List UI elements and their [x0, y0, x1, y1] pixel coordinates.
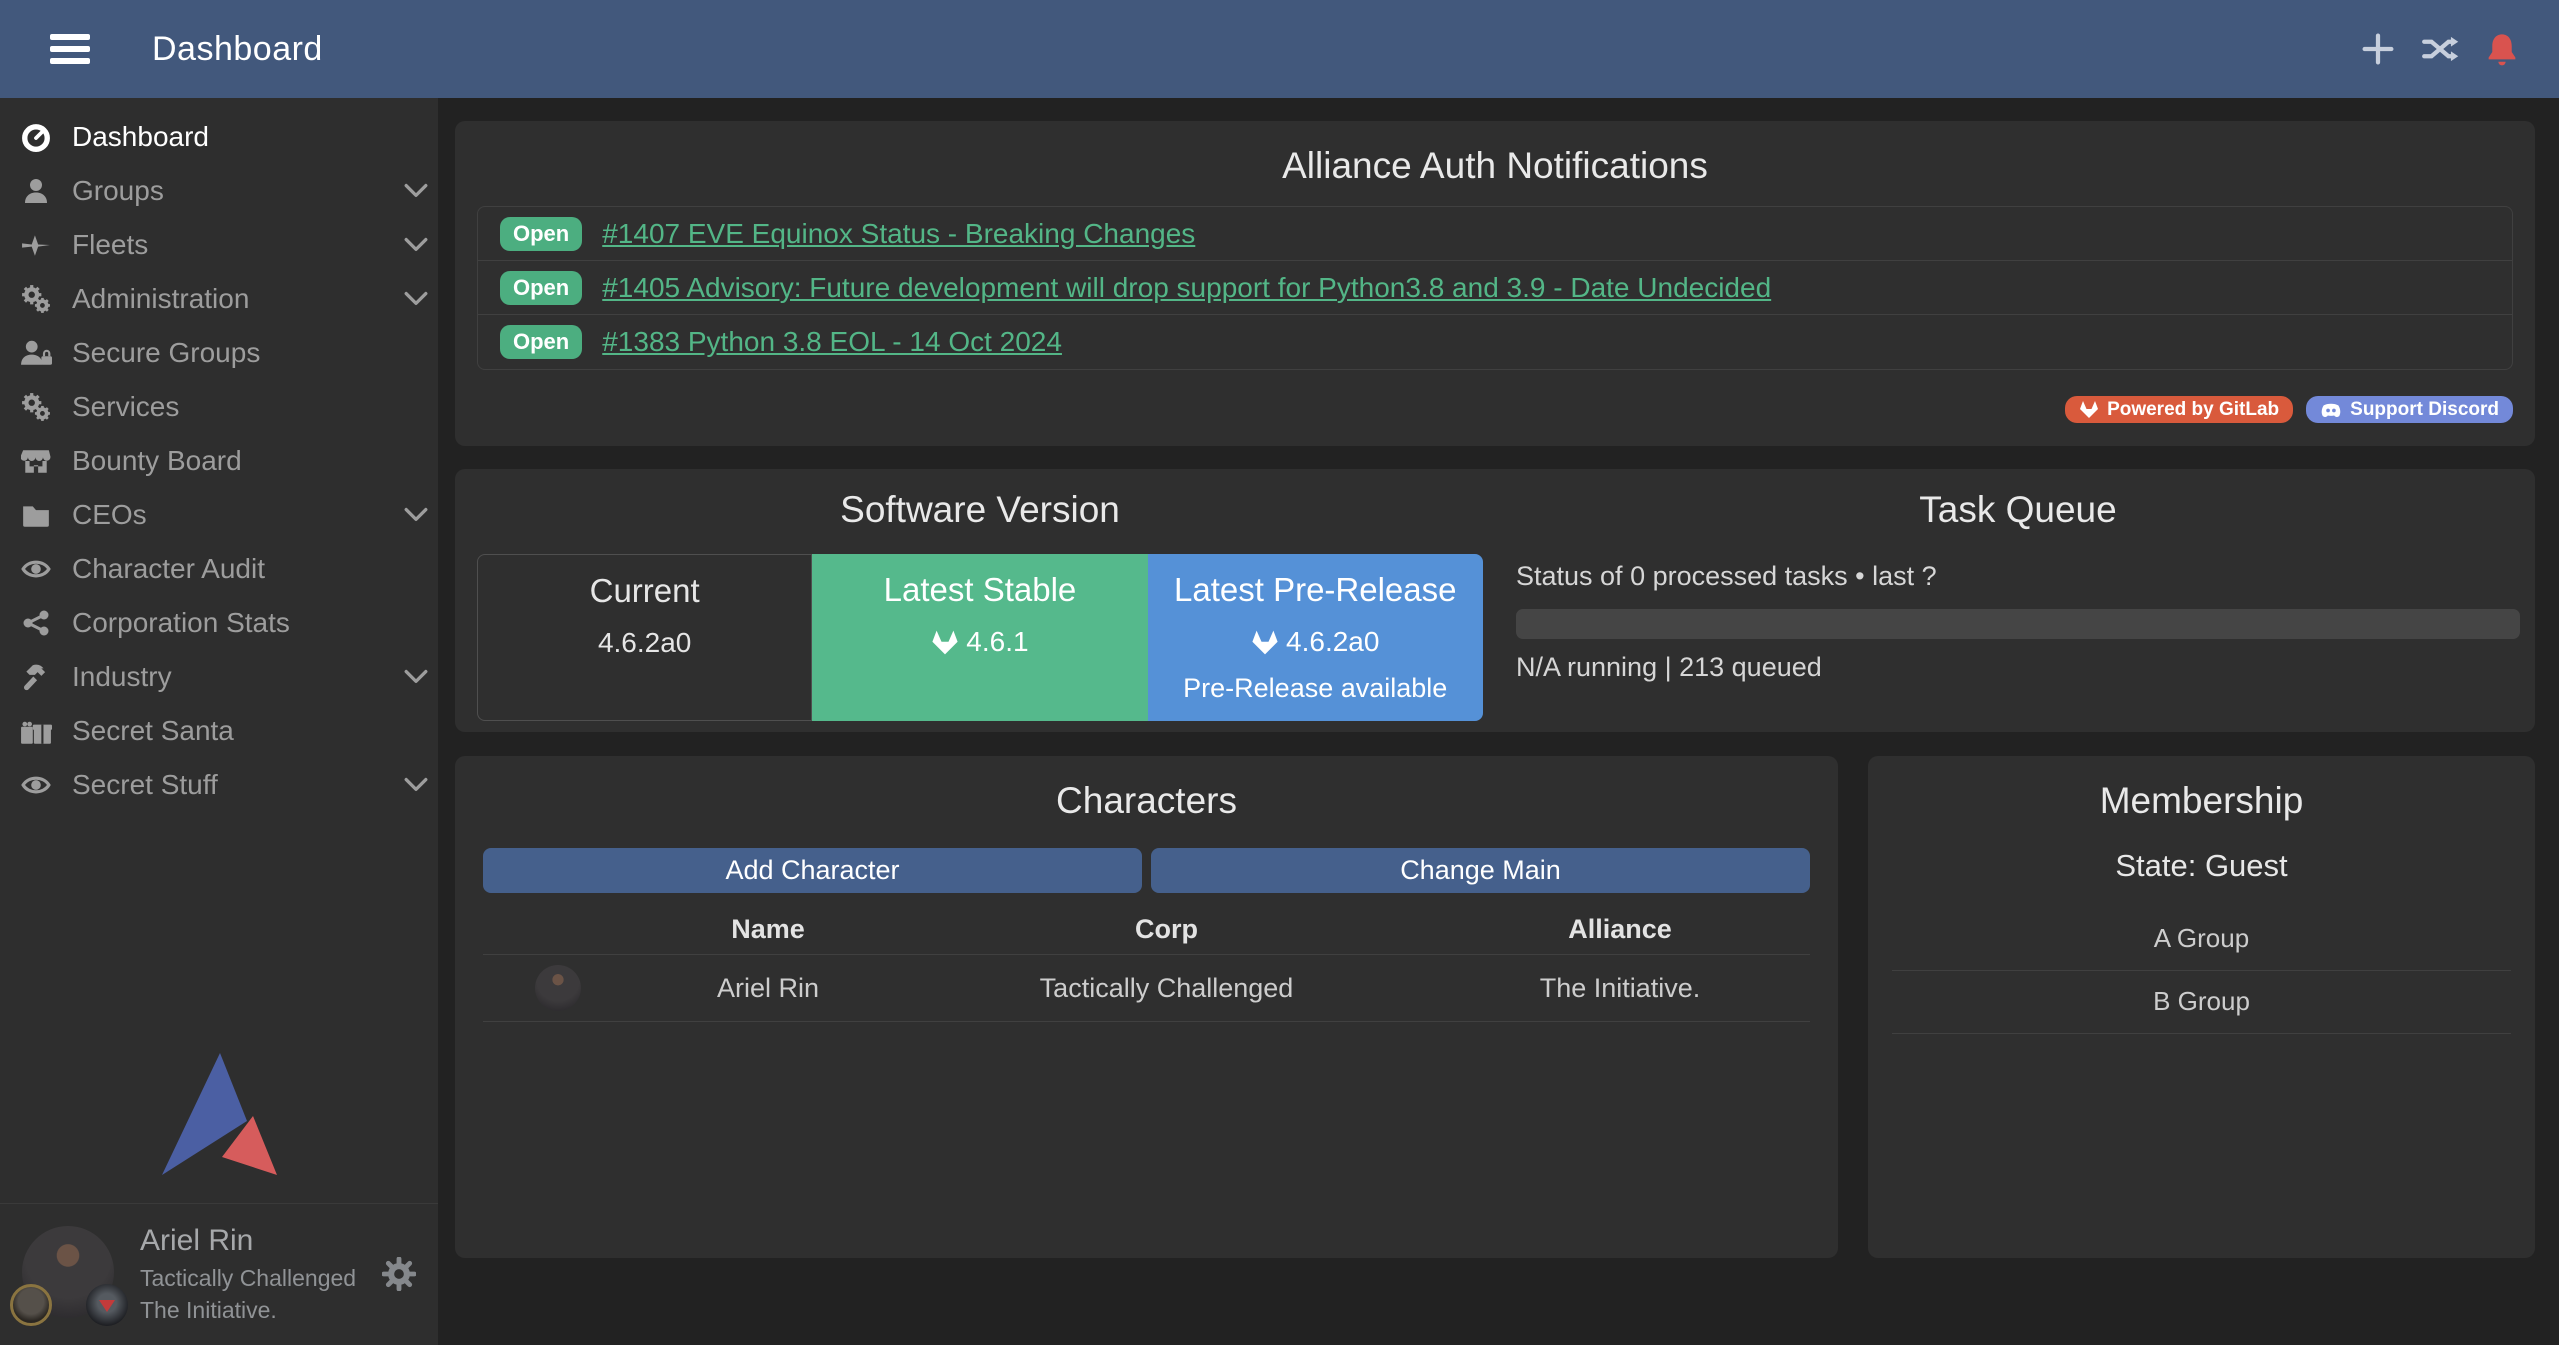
list-item: A Group	[1892, 908, 2511, 971]
sidebar-item-secret-santa[interactable]: Secret Santa	[0, 704, 438, 758]
chevron-down-icon	[404, 291, 428, 307]
alliance-auth-logo	[0, 1047, 438, 1203]
task-queue-title: Task Queue	[1516, 489, 2520, 531]
shuffle-icon[interactable]	[2421, 32, 2459, 66]
prerelease-note: Pre-Release available	[1148, 673, 1483, 704]
corp-logo-badge	[10, 1284, 52, 1326]
list-item: B Group	[1892, 971, 2511, 1034]
user-corp: Tactically Challenged	[140, 1264, 356, 1293]
alliance-logo-badge	[86, 1284, 128, 1326]
chevron-down-icon	[404, 777, 428, 793]
sidebar-item-ceos[interactable]: CEOs	[0, 488, 438, 542]
plus-icon[interactable]	[2361, 32, 2395, 66]
top-navbar: Dashboard	[0, 0, 2559, 98]
chevron-down-icon	[404, 669, 428, 685]
characters-table: Name Corp Alliance Ariel Rin Tactically …	[483, 905, 1810, 1022]
add-character-button[interactable]: Add Character	[483, 848, 1142, 893]
share-nodes-icon	[16, 609, 56, 637]
eye-icon	[16, 554, 56, 584]
task-queue-section: Task Queue Status of 0 processed tasks •…	[1483, 489, 2520, 712]
software-version-panel: Software Version Current 4.6.2a0 Latest …	[455, 469, 2535, 732]
notifications-list: Open #1407 EVE Equinox Status - Breaking…	[477, 206, 2513, 370]
characters-title: Characters	[483, 780, 1810, 822]
prerelease-version: 4.6.2a0	[1148, 626, 1483, 658]
stable-version: 4.6.1	[812, 626, 1147, 658]
gear-icon[interactable]	[382, 1257, 416, 1291]
change-main-button[interactable]: Change Main	[1151, 848, 1810, 893]
cogs-icon	[16, 392, 56, 422]
sidebar-menu: Dashboard Groups Fleets Administration S…	[0, 98, 438, 812]
status-badge: Open	[500, 325, 582, 359]
notifications-panel: Alliance Auth Notifications Open #1407 E…	[455, 121, 2535, 446]
eye-icon	[16, 770, 56, 800]
tachometer-icon	[16, 122, 56, 152]
software-version-title: Software Version	[477, 489, 1483, 531]
status-badge: Open	[500, 271, 582, 305]
character-portrait	[535, 965, 581, 1011]
gifts-icon	[16, 716, 56, 746]
notifications-title: Alliance Auth Notifications	[477, 145, 2513, 187]
characters-table-header: Name Corp Alliance	[483, 905, 1810, 955]
user-lock-icon	[16, 338, 56, 368]
current-version: 4.6.2a0	[478, 627, 811, 659]
chevron-down-icon	[404, 507, 428, 523]
chevron-down-icon	[404, 183, 428, 199]
notification-link[interactable]: #1383 Python 3.8 EOL - 14 Oct 2024	[602, 326, 1062, 358]
user-icon	[16, 177, 56, 205]
sidebar-item-bounty-board[interactable]: Bounty Board	[0, 434, 438, 488]
task-queue-status: Status of 0 processed tasks • last ?	[1516, 561, 2520, 592]
notification-row: Open #1407 EVE Equinox Status - Breaking…	[478, 207, 2512, 261]
sidebar-item-character-audit[interactable]: Character Audit	[0, 542, 438, 596]
discord-icon	[2320, 399, 2342, 421]
version-box-stable: Latest Stable 4.6.1	[812, 554, 1147, 721]
notification-row: Open #1405 Advisory: Future development …	[478, 261, 2512, 315]
sidebar-item-groups[interactable]: Groups	[0, 164, 438, 218]
sidebar: Dashboard Groups Fleets Administration S…	[0, 98, 438, 1345]
jet-icon	[16, 230, 56, 260]
version-box-prerelease: Latest Pre-Release 4.6.2a0 Pre-Release a…	[1148, 554, 1483, 721]
sidebar-item-services[interactable]: Services	[0, 380, 438, 434]
store-icon	[16, 446, 56, 476]
notification-link[interactable]: #1405 Advisory: Future development will …	[602, 272, 1771, 304]
membership-panel: Membership State: Guest A Group B Group	[1868, 756, 2535, 1258]
version-box-current: Current 4.6.2a0	[477, 554, 812, 721]
gitlab-icon	[1251, 629, 1279, 656]
sidebar-item-industry[interactable]: Industry	[0, 650, 438, 704]
folder-icon	[16, 500, 56, 530]
sidebar-item-dashboard[interactable]: Dashboard	[0, 110, 438, 164]
character-name: Ariel Rin	[633, 973, 903, 1004]
character-alliance: The Initiative.	[1430, 973, 1810, 1004]
gitlab-icon	[931, 629, 959, 656]
gitlab-shield[interactable]: Powered by GitLab	[2065, 396, 2293, 423]
task-queue-counts: N/A running | 213 queued	[1516, 652, 2520, 683]
notification-row: Open #1383 Python 3.8 EOL - 14 Oct 2024	[478, 315, 2512, 369]
sidebar-item-secret-stuff[interactable]: Secret Stuff	[0, 758, 438, 812]
membership-groups: A Group B Group	[1892, 908, 2511, 1034]
sidebar-item-secure-groups[interactable]: Secure Groups	[0, 326, 438, 380]
cogs-icon	[16, 284, 56, 314]
table-row: Ariel Rin Tactically Challenged The Init…	[483, 955, 1810, 1022]
main-content: Alliance Auth Notifications Open #1407 E…	[438, 98, 2559, 1345]
user-alliance: The Initiative.	[140, 1296, 356, 1325]
task-queue-progressbar	[1516, 609, 2520, 639]
hammer-icon	[16, 662, 56, 692]
user-name: Ariel Rin	[140, 1222, 356, 1260]
user-panel: Ariel Rin Tactically Challenged The Init…	[0, 1204, 438, 1345]
sidebar-item-fleets[interactable]: Fleets	[0, 218, 438, 272]
characters-panel: Characters Add Character Change Main Nam…	[455, 756, 1838, 1258]
gitlab-icon	[2079, 400, 2099, 419]
status-badge: Open	[500, 217, 582, 251]
sidebar-item-corporation-stats[interactable]: Corporation Stats	[0, 596, 438, 650]
character-corp: Tactically Challenged	[903, 973, 1430, 1004]
membership-title: Membership	[1892, 780, 2511, 822]
page-title: Dashboard	[152, 30, 323, 69]
chevron-down-icon	[404, 237, 428, 253]
menu-toggle-icon[interactable]	[50, 28, 90, 70]
sidebar-item-administration[interactable]: Administration	[0, 272, 438, 326]
discord-shield[interactable]: Support Discord	[2306, 396, 2513, 423]
notification-link[interactable]: #1407 EVE Equinox Status - Breaking Chan…	[602, 218, 1195, 250]
membership-state: State: Guest	[1892, 848, 2511, 884]
bell-icon[interactable]	[2485, 32, 2519, 66]
